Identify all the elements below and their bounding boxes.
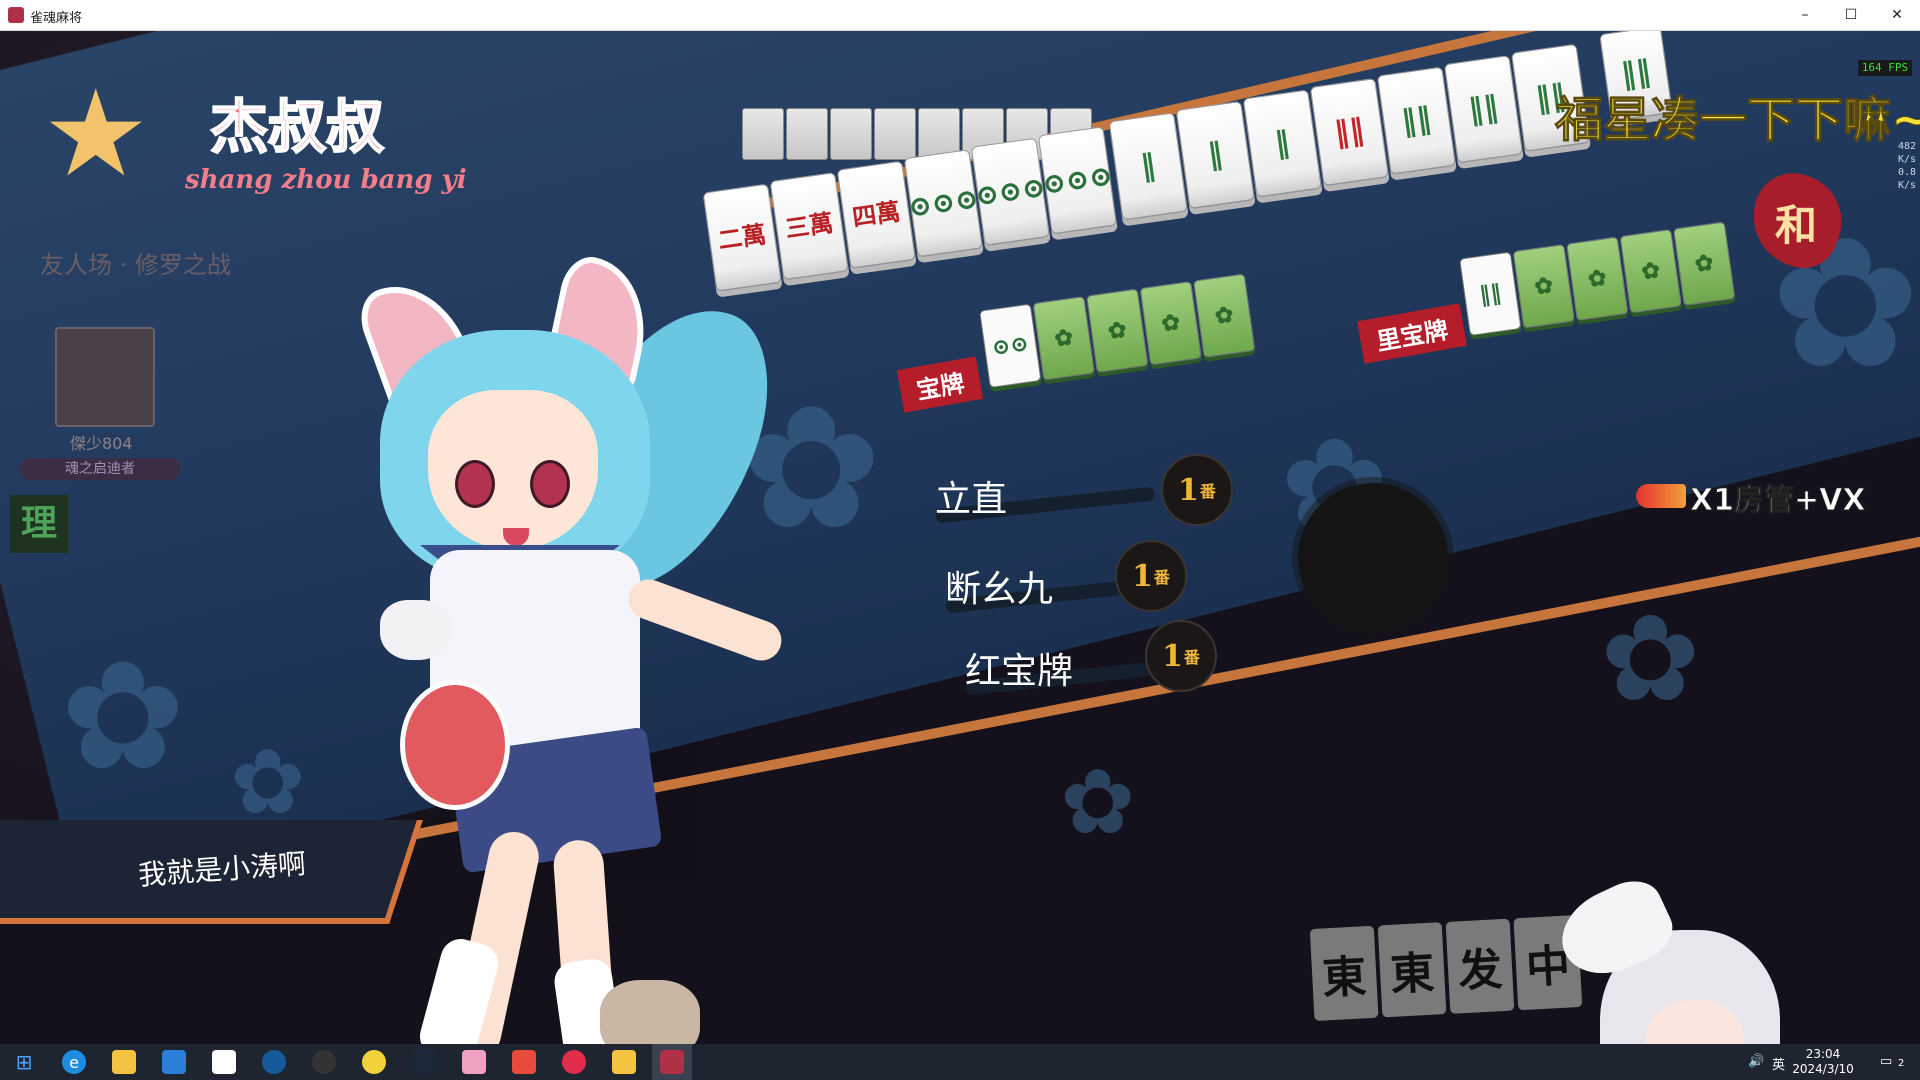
cat-plush [380,600,450,660]
opponent-badge: 理 [10,495,68,553]
sakura-decor-icon: ✿ [1060,750,1136,855]
windows-taskbar: ⊞ e 🔊 英 23:04 2024/3/10 ▭ 2 [0,1044,1920,1080]
notification-center-icon[interactable]: ▭ [1880,1054,1892,1069]
qq-icon[interactable] [212,1050,236,1074]
yaku-han-badge: 1番 [1145,620,1217,692]
hand-tile: ‖ [1242,89,1322,198]
meld-tile: 发 [1445,918,1515,1014]
stream-banner-text: 福星凑一下下嘛~ [1554,92,1920,149]
hand-tile: ‖‖ [1376,66,1457,175]
opponent-avatar[interactable] [55,327,155,427]
yaku-name: 立直 [935,479,1008,520]
match-mode-title: 友人场 · 修罗之战 [40,251,231,279]
ura-dora-tile-facedown: ✿ [1512,244,1575,329]
window-title: 雀魂麻将 [30,11,83,26]
stream-ad-text: X1房管+VX [1690,483,1866,519]
vtuber-avatar [1548,870,1780,1044]
app-circle-icon[interactable] [262,1050,286,1074]
app-yellow-icon[interactable] [362,1050,386,1074]
dora-tile: ⊙⊙ [979,303,1042,388]
yaku-han-badge: 1番 [1115,540,1187,612]
cat-pet [600,980,700,1044]
fps-counter: 164 FPS [1858,60,1912,76]
character-bag [400,680,510,810]
character-arm [622,573,788,667]
yaku-name: 红宝牌 [965,651,1074,692]
app-icon [8,7,24,23]
ura-dora-tile: ‖‖ [1459,251,1522,336]
character-eye [455,460,495,508]
character-face [428,390,598,550]
close-button[interactable]: ✕ [1874,0,1920,30]
hand-tile: ‖‖ [1309,77,1390,187]
star-logo-icon: ★ [42,65,150,204]
minimize-button[interactable]: – [1782,0,1828,30]
opponent-rank-title: 魂之启迪者 [20,458,180,480]
system-clock[interactable]: 23:04 2024/3/10 [1788,1047,1858,1077]
hand-tile: ⊙⊙⊙ [970,137,1051,246]
window-title-bar: 雀魂麻将 – ☐ ✕ [0,0,1920,31]
opponent-name: 傑少804 [70,434,133,453]
yaku-han-badge: 1番 [1161,454,1233,526]
hand-tile: 四萬 [836,160,916,269]
ime-indicator[interactable]: 英 [1772,1054,1785,1073]
dora-tile-facedown: ✿ [1139,280,1202,366]
yaku-row: 红宝牌 1番 [964,620,1217,696]
mahjong-soul-taskbar-icon[interactable] [660,1050,684,1074]
sakura-decor-icon: ✿ [60,630,186,804]
netease-music-icon[interactable] [562,1050,586,1074]
meld-tile: 東 [1309,925,1379,1021]
hand-tile: ⊙⊙⊙ [903,149,983,258]
edge-icon[interactable]: e [62,1050,86,1074]
win-mark: 和 [1775,201,1818,250]
character-illustration [351,251,860,1044]
ura-dora-tile-facedown: ✿ [1566,236,1629,321]
ura-dora-tile-facedown: ✿ [1619,228,1682,314]
sakura-decor-icon: ✿ [1600,590,1701,729]
ura-dora-tile-facedown: ✿ [1673,221,1736,306]
streamer-logo-name: 杰叔叔 [209,92,385,162]
dora-tile-facedown: ✿ [1032,296,1095,381]
maximize-button[interactable]: ☐ [1828,0,1874,30]
dora-tile-facedown: ✿ [1193,273,1256,358]
yaku-row: 立直 1番 [934,454,1233,526]
app-owl-icon[interactable] [612,1050,636,1074]
app-dark-icon[interactable] [312,1050,336,1074]
yaku-name: 断幺九 [945,569,1054,610]
hand-tile: ‖ [1175,100,1255,210]
rocket-icon [1636,484,1686,508]
steam-icon[interactable] [412,1050,436,1074]
meld-tile: 東 [1377,922,1447,1018]
yaku-row: 断幺九 1番 [944,540,1187,614]
app-red-icon[interactable] [512,1050,536,1074]
hand-tile: ‖ [1108,112,1188,221]
hand-tile: ‖‖ [1443,55,1524,164]
network-speed: 482 K/s 0.8 K/s [1897,141,1916,191]
app-pink-icon[interactable] [462,1050,486,1074]
file-explorer-icon[interactable] [112,1050,136,1074]
dora-tile-facedown: ✿ [1086,288,1149,373]
score-ink-blot [1298,483,1448,633]
table-meld-tiles: 東 東 发 中 [1309,915,1583,1021]
volume-icon[interactable]: 🔊 [1748,1054,1764,1069]
notification-count: 2 [1898,1058,1905,1069]
character-eye [530,460,570,508]
hand-tile: ⊙⊙⊙ [1037,126,1118,235]
game-canvas[interactable]: ✿ ✿ ✿ ✿ ✿ ✿ ✿ ★ 杰叔叔 shang zhou bang yi 友… [0,30,1920,1044]
streamer-logo-subtitle: shang zhou bang yi [185,165,467,195]
windows-start-icon[interactable]: ⊞ [12,1050,36,1074]
app-blue-icon[interactable] [162,1050,186,1074]
